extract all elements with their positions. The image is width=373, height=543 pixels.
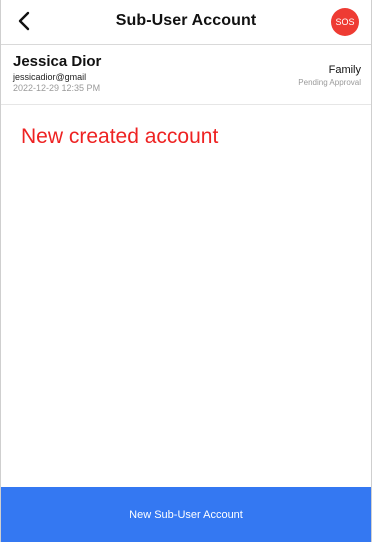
annotation-text: New created account — [21, 125, 219, 148]
page-title: Sub-User Account — [115, 12, 257, 29]
account-timestamp: 2022-12-29 12:35 PM — [13, 83, 101, 93]
sub-user-list-item[interactable]: Jessica Dior jessicadior@gmail 2022-12-2… — [1, 45, 371, 105]
account-status: Pending Approval — [298, 78, 361, 87]
top-app-bar: Sub-User Account SOS — [1, 0, 371, 45]
sos-button[interactable]: SOS — [331, 8, 359, 36]
new-sub-user-account-label: New Sub-User Account — [129, 508, 243, 521]
account-name: Jessica Dior — [13, 53, 102, 70]
account-relationship: Family — [328, 64, 361, 76]
app-screen: Sub-User Account SOS Jessica Dior jessic… — [0, 0, 372, 542]
account-email: jessicadior@gmail — [13, 72, 87, 82]
new-sub-user-account-button[interactable]: New Sub-User Account — [1, 487, 371, 542]
